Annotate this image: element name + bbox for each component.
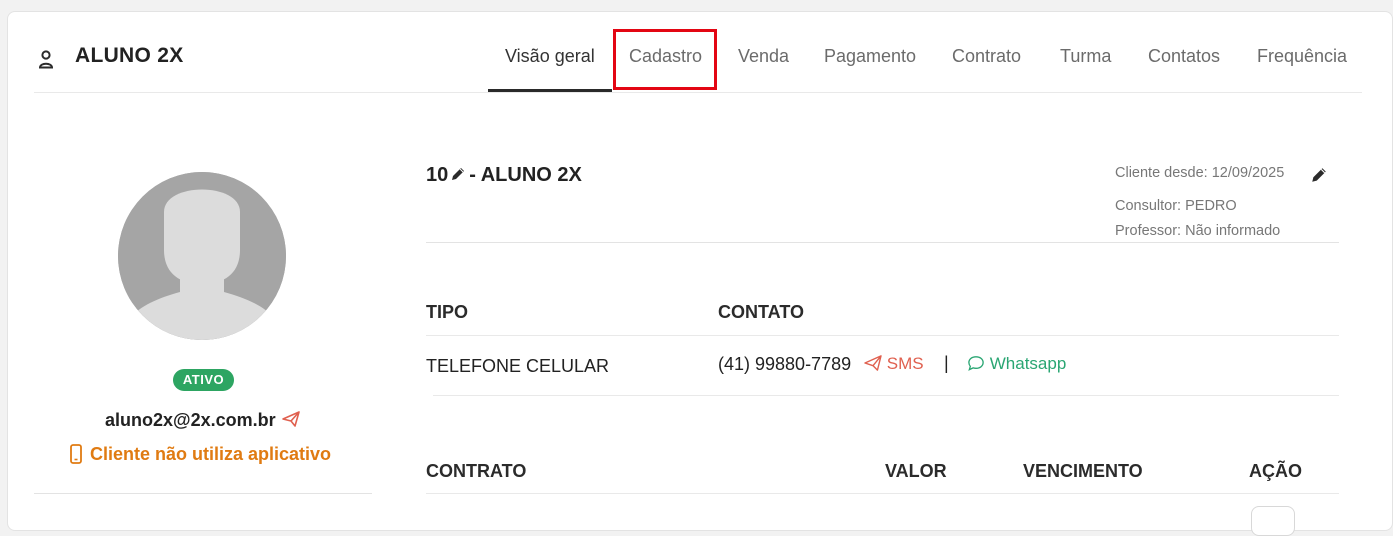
sms-label: SMS [886, 354, 924, 373]
chat-bubble-icon [968, 356, 984, 371]
client-name: - ALUNO 2X [469, 164, 582, 186]
contacts-row-divider [433, 395, 1339, 396]
contracts-header-contract: CONTRATO [426, 461, 527, 481]
contacts-header-divider [426, 335, 1339, 336]
send-sms-icon [864, 355, 882, 371]
page-title: ALUNO 2X [75, 44, 184, 67]
cadastro-highlight-box [613, 29, 717, 90]
avatar-placeholder-icon [118, 172, 286, 340]
client-since: Cliente desde: 12/09/2025 [1115, 165, 1285, 181]
profile-divider [34, 493, 372, 494]
contact-type: TELEFONE CELULAR [426, 356, 610, 376]
tab-turma[interactable]: Turma [1060, 46, 1111, 67]
header-divider [34, 92, 1362, 93]
client-email: aluno2x@2x.com.br [105, 410, 276, 430]
client-teacher: Professor: Não informado [1115, 223, 1281, 239]
client-header: ALUNO 2X Visão geral Cadastro Venda Paga… [8, 12, 1392, 93]
status-badge: ATIVO [173, 369, 234, 391]
contract-action-button[interactable] [1251, 506, 1295, 536]
tab-pagamento[interactable]: Pagamento [824, 46, 916, 67]
tab-contrato[interactable]: Contrato [952, 46, 1021, 67]
tab-visao-geral[interactable]: Visão geral [505, 46, 595, 67]
user-icon [38, 50, 54, 69]
contracts-header-value: VALOR [885, 461, 947, 481]
contact-phone: (41) 99880-7789 [718, 354, 852, 374]
contracts-header-divider [426, 493, 1339, 494]
contacts-header-type: TIPO [426, 302, 469, 322]
app-usage-warning: Cliente não utiliza aplicativo [90, 444, 332, 464]
whatsapp-label: Whatsapp [989, 354, 1067, 373]
edit-code-icon[interactable] [450, 166, 466, 182]
tab-contatos[interactable]: Contatos [1148, 46, 1220, 67]
client-card: ALUNO 2X Visão geral Cadastro Venda Paga… [7, 11, 1393, 536]
contact-separator: | [944, 353, 949, 373]
tab-frequencia[interactable]: Frequência [1257, 46, 1347, 67]
client-heading: 10 - ALUNO 2X [426, 164, 582, 187]
client-consultant: Consultor: PEDRO [1115, 198, 1237, 214]
mobile-phone-icon [70, 444, 82, 464]
contracts-header-due: VENCIMENTO [1023, 461, 1143, 481]
info-divider [426, 242, 1339, 243]
sms-button[interactable]: SMS [864, 354, 924, 374]
contacts-header-contact: CONTATO [718, 302, 804, 322]
send-email-icon[interactable] [281, 409, 301, 429]
edit-pencil-icon[interactable] [1310, 166, 1328, 184]
contracts-header-action: AÇÃO [1249, 461, 1302, 481]
tab-venda[interactable]: Venda [738, 46, 789, 67]
whatsapp-button[interactable]: Whatsapp [967, 354, 1066, 374]
client-code: 10 [426, 164, 449, 186]
avatar [118, 172, 286, 340]
